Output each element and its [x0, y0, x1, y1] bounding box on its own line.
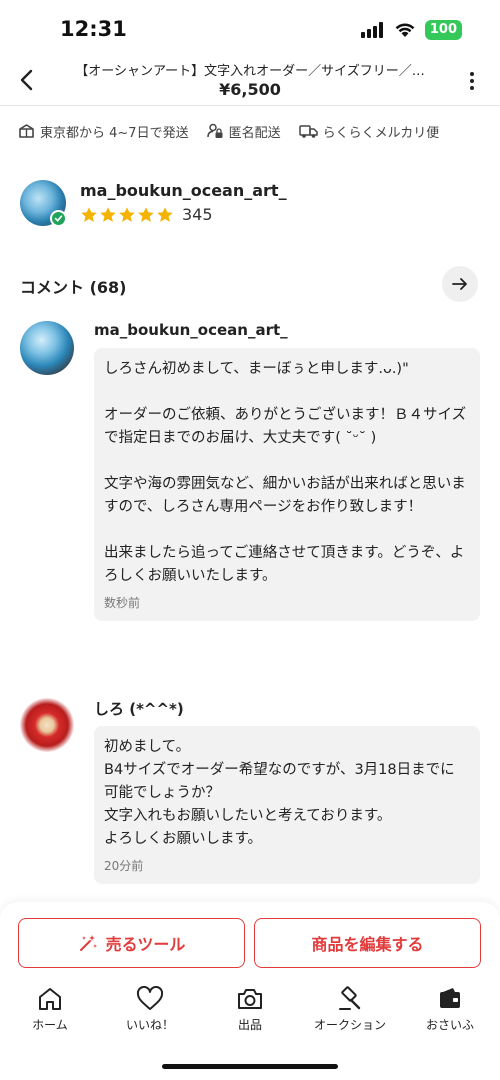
shipping-origin: 東京都から 4~7日で発送 — [18, 122, 189, 141]
status-icons: 100 — [360, 20, 462, 40]
comment-time: 数秒前 — [104, 596, 141, 610]
view-all-comments-button[interactable] — [442, 266, 478, 302]
wallet-icon — [440, 988, 460, 1008]
comments-title: コメント (68) — [20, 278, 127, 297]
comment-author[interactable]: ma_boukun_ocean_art_ — [94, 321, 288, 339]
comment-item: しろ (*^^*) 初めまして。 B4サイズでオーダー希望なのですが、3月18日… — [18, 698, 482, 888]
shipping-method: らくらくメルカリ便 — [298, 122, 440, 141]
comment-bubble: しろさん初めまして、まーぼぅと申します.ᴗ.)" オーダーのご依頼、ありがとうご… — [94, 348, 480, 621]
seller-rating: 345 — [80, 205, 213, 224]
star-icon — [138, 206, 154, 222]
item-title: 【オーシャンアート】文字入れオーダー／サイズフリー／… — [75, 64, 425, 79]
comment-text: 初めまして。 B4サイズでオーダー希望なのですが、3月18日までに可能でしょうか… — [104, 739, 455, 847]
delivery-truck-icon — [298, 125, 318, 138]
gavel-icon — [339, 986, 361, 1010]
comment-text: しろさん初めまして、まーぼぅと申します.ᴗ.)" オーダーのご依頼、ありがとうご… — [104, 361, 467, 584]
sell-tool-button[interactable]: 売るツール — [18, 918, 245, 968]
star-icon — [81, 206, 97, 222]
tab-auction[interactable]: オークション — [300, 986, 400, 1036]
tab-sell[interactable]: 出品 — [200, 986, 300, 1036]
tab-wallet[interactable]: おさいふ — [400, 986, 500, 1036]
home-indicator — [162, 1064, 338, 1069]
verified-check-icon — [50, 210, 67, 227]
cellular-signal-icon — [360, 22, 383, 38]
commenter-avatar[interactable] — [20, 321, 74, 375]
item-price: ¥6,500 — [219, 80, 281, 99]
comment-bubble: 初めまして。 B4サイズでオーダー希望なのですが、3月18日までに可能でしょうか… — [94, 726, 480, 884]
more-dot-icon — [470, 72, 474, 76]
tab-likes-label: いいね！ — [125, 1018, 174, 1032]
tab-auction-label: オークション — [313, 1018, 386, 1032]
edit-item-button[interactable]: 商品を編集する — [254, 918, 481, 968]
commenter-avatar[interactable] — [20, 698, 74, 752]
tab-likes[interactable]: いいね！ — [100, 986, 200, 1036]
anonymous-user-lock-icon — [206, 123, 223, 138]
tab-wallet-label: おさいふ — [425, 1018, 474, 1032]
tab-home[interactable]: ホーム — [0, 986, 100, 1036]
star-icon — [119, 206, 135, 222]
home-icon — [39, 988, 61, 1010]
comment-author[interactable]: しろ (*^^*) — [94, 698, 184, 719]
more-dot-icon — [470, 79, 474, 83]
more-options-button[interactable] — [462, 68, 482, 94]
rating-count: 345 — [182, 205, 213, 224]
arrow-right-icon — [452, 278, 467, 290]
package-icon — [19, 124, 34, 138]
seller-avatar[interactable] — [20, 180, 67, 227]
item-header: 【オーシャンアート】文字入れオーダー／サイズフリー／… ¥6,500 — [0, 56, 500, 106]
star-icon — [100, 206, 116, 222]
tab-home-label: ホーム — [32, 1018, 68, 1032]
battery-indicator: 100 — [424, 20, 462, 40]
edit-item-label: 商品を編集する — [311, 935, 424, 954]
shipping-anonymous-label: 匿名配送 — [228, 125, 281, 141]
star-icon — [157, 206, 173, 222]
shipping-info: 東京都から 4~7日で発送 匿名配送 らくらくメルカリ便 — [18, 120, 482, 142]
status-bar: 12:31 100 — [0, 0, 500, 58]
tab-sell-label: 出品 — [237, 1018, 262, 1032]
seller-profile[interactable]: ma_boukun_ocean_art_ 345 — [18, 178, 482, 230]
magic-wand-icon — [79, 935, 97, 951]
seller-name[interactable]: ma_boukun_ocean_art_ — [80, 181, 287, 200]
comment-item: ma_boukun_ocean_art_ しろさん初めまして、まーぼぅと申します… — [18, 321, 482, 681]
more-dot-icon — [470, 86, 474, 90]
camera-icon — [238, 989, 262, 1009]
wifi-icon — [395, 23, 415, 37]
heart-icon — [136, 986, 164, 1010]
comments-header: コメント (68) — [18, 266, 482, 304]
tab-bar: ホーム いいね！ 出品 オークション おさいふ — [0, 986, 500, 1036]
shipping-anonymous: 匿名配送 — [206, 122, 281, 141]
shipping-origin-label: 東京都から 4~7日で発送 — [40, 125, 189, 141]
shipping-method-label: らくらくメルカリ便 — [322, 125, 440, 141]
comment-time: 20分前 — [104, 859, 144, 873]
status-time: 12:31 — [60, 17, 127, 41]
sell-tool-label: 売るツール — [105, 935, 186, 954]
